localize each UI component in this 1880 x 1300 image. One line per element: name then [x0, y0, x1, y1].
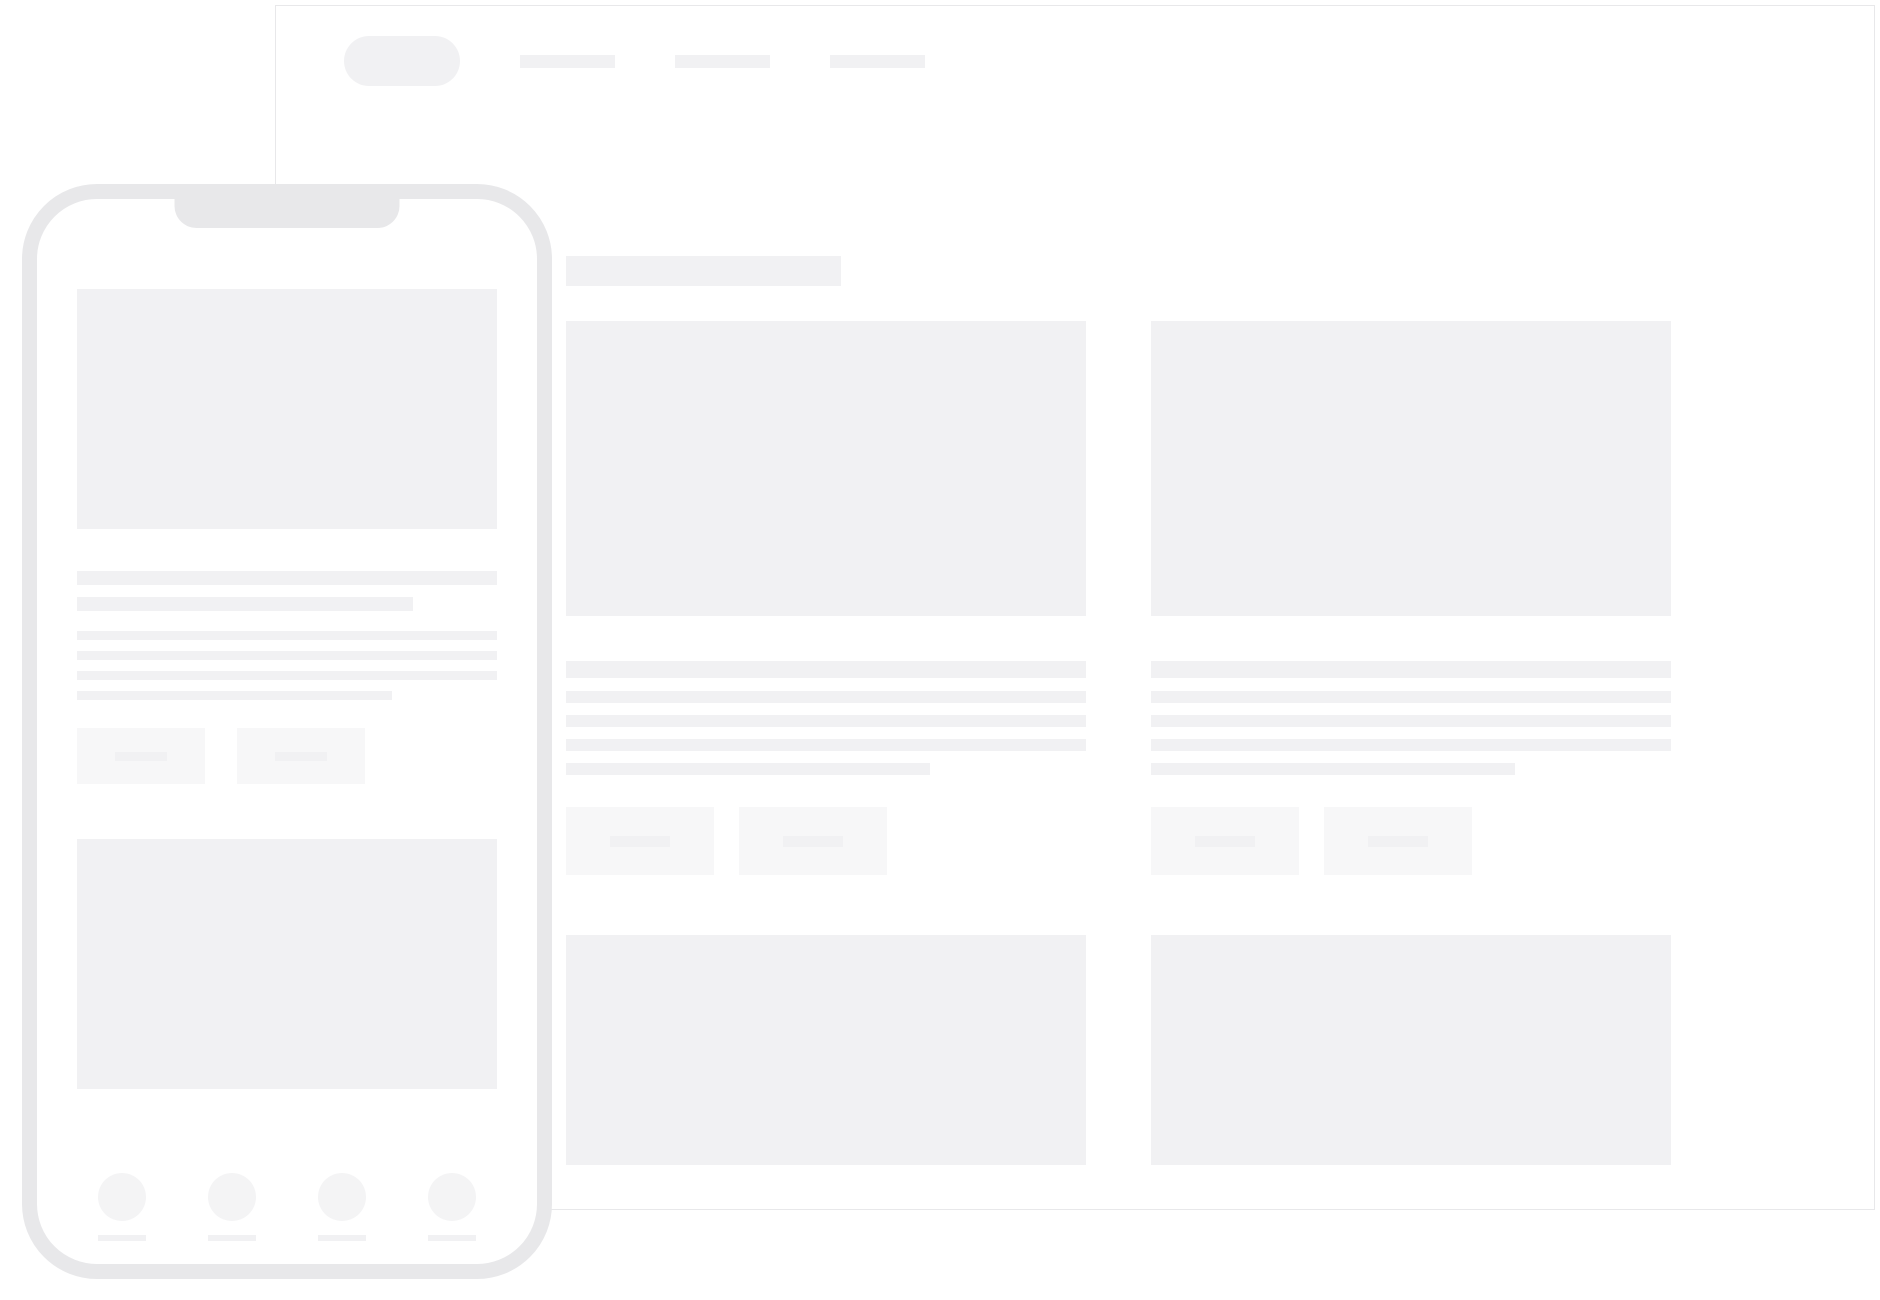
button-placeholder [739, 807, 887, 875]
card [566, 321, 1086, 875]
phone-content [37, 199, 537, 1089]
card [1151, 321, 1671, 875]
phone-notch [175, 198, 400, 228]
button-placeholder [237, 728, 365, 784]
card [566, 935, 1086, 1165]
tab-item-placeholder [208, 1173, 256, 1241]
button-label-placeholder [1195, 836, 1255, 847]
card-image-placeholder [566, 321, 1086, 616]
card-title-placeholder [566, 661, 1086, 678]
nav-item-placeholder [675, 55, 770, 68]
button-label-placeholder [1368, 836, 1428, 847]
card-buttons [77, 728, 497, 784]
card-text-placeholder [566, 691, 1086, 703]
card-image-placeholder [1151, 935, 1671, 1165]
desktop-header [276, 6, 1874, 116]
card-text-placeholder [1151, 715, 1671, 727]
card-image-placeholder [566, 935, 1086, 1165]
button-label-placeholder [783, 836, 843, 847]
phone-tabbar [37, 1149, 537, 1264]
button-placeholder [566, 807, 714, 875]
tab-label-placeholder [208, 1235, 256, 1241]
tab-icon-placeholder [98, 1173, 146, 1221]
tab-label-placeholder [98, 1235, 146, 1241]
card-text-placeholder [1151, 763, 1515, 775]
nav-item-placeholder [520, 55, 615, 68]
button-placeholder [77, 728, 205, 784]
tab-icon-placeholder [208, 1173, 256, 1221]
tab-label-placeholder [318, 1235, 366, 1241]
card-text-placeholder [77, 691, 392, 700]
cards-row [566, 935, 1806, 1165]
tab-item-placeholder [318, 1173, 366, 1241]
card-text-placeholder [1151, 739, 1671, 751]
mobile-wireframe [22, 184, 552, 1279]
tab-item-placeholder [428, 1173, 476, 1241]
card [1151, 935, 1671, 1165]
card-text-placeholder [566, 715, 1086, 727]
card-text-placeholder [77, 651, 497, 660]
card-text-placeholder [77, 631, 497, 640]
card-image-placeholder [1151, 321, 1671, 616]
tab-label-placeholder [428, 1235, 476, 1241]
card-text-placeholder [1151, 691, 1671, 703]
button-label-placeholder [610, 836, 670, 847]
card-title-placeholder [77, 571, 497, 585]
card-buttons [566, 807, 1086, 875]
card-text-placeholder [77, 671, 497, 680]
tab-item-placeholder [98, 1173, 146, 1241]
card-image-placeholder [77, 839, 497, 1089]
logo-placeholder [344, 36, 460, 86]
page-title-placeholder [566, 256, 841, 286]
tab-icon-placeholder [428, 1173, 476, 1221]
button-placeholder [1151, 807, 1299, 875]
button-placeholder [1324, 807, 1472, 875]
card-title-placeholder [77, 597, 413, 611]
card-image-placeholder [77, 289, 497, 529]
card-text-placeholder [566, 763, 930, 775]
button-label-placeholder [115, 752, 167, 761]
nav-item-placeholder [830, 55, 925, 68]
card-text-placeholder [566, 739, 1086, 751]
tab-icon-placeholder [318, 1173, 366, 1221]
card-buttons [1151, 807, 1671, 875]
card-title-placeholder [1151, 661, 1671, 678]
button-label-placeholder [275, 752, 327, 761]
cards-row [566, 321, 1806, 875]
